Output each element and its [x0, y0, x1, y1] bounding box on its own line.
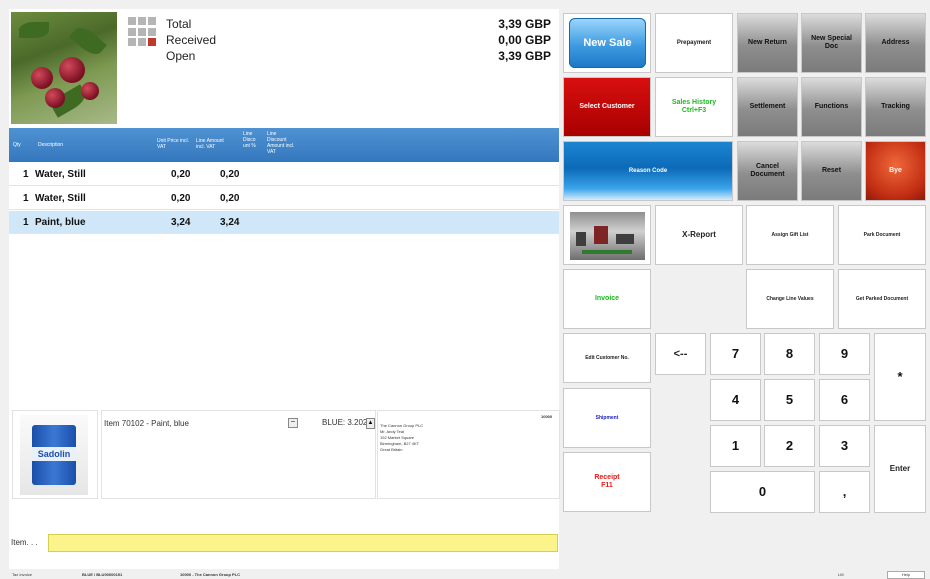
assign-gift-list-button[interactable]: Assign Gift List: [746, 205, 834, 265]
status-user: LM: [838, 572, 844, 577]
sales-history-button[interactable]: Sales History Ctrl+F3: [655, 77, 733, 137]
total-value: 3,39 GBP: [498, 17, 551, 31]
status-bar: Tax Invoice BLUE / BLU00000151 10000 - T…: [0, 571, 930, 579]
select-customer-button[interactable]: Select Customer: [563, 77, 651, 137]
key-0[interactable]: 0: [710, 471, 815, 513]
key-2[interactable]: 2: [764, 425, 815, 467]
table-row[interactable]: 1 Water, Still 0,20 0,20: [9, 163, 559, 186]
store-map-button[interactable]: [563, 205, 651, 265]
settlement-button[interactable]: Settlement: [737, 77, 798, 137]
input-label: Item. . .: [11, 538, 38, 547]
item-info-text: Item 70102 - Paint, blue: [104, 419, 189, 428]
edit-customer-no-button[interactable]: Edit Customer No.: [563, 333, 651, 383]
received-label: Received: [166, 33, 217, 47]
enter-button[interactable]: Enter: [874, 425, 926, 513]
header-line-discount-amount: Line Discount Amount incl. VAT: [267, 131, 295, 155]
product-photo: [11, 12, 117, 124]
key-4[interactable]: 4: [710, 379, 761, 421]
tracking-button[interactable]: Tracking: [865, 77, 926, 137]
reason-code-button[interactable]: Reason Code: [563, 141, 733, 201]
key-9[interactable]: 9: [819, 333, 870, 375]
reset-button[interactable]: Reset: [801, 141, 862, 201]
cancel-document-button[interactable]: Cancel Document: [737, 141, 798, 201]
key-6[interactable]: 6: [819, 379, 870, 421]
key-3[interactable]: 3: [819, 425, 870, 467]
open-label: Open: [166, 49, 196, 63]
header-line-discount: Line Disco unt %: [243, 131, 256, 149]
key-8[interactable]: 8: [764, 333, 815, 375]
customer-no: 10000: [541, 414, 553, 419]
receipt-button[interactable]: Receipt F11: [563, 452, 651, 512]
key-5[interactable]: 5: [764, 379, 815, 421]
new-sale-button[interactable]: New Sale: [563, 13, 651, 73]
paint-can-image: Sadolin: [20, 415, 88, 495]
change-line-values-button[interactable]: Change Line Values: [746, 269, 834, 329]
open-value: 3,39 GBP: [498, 49, 551, 63]
invoice-button[interactable]: Invoice: [563, 269, 651, 329]
header-line-amount: Line Amount incl. VAT: [196, 138, 224, 150]
get-parked-document-button[interactable]: Get Parked Document: [838, 269, 926, 329]
status-doc-type: Tax Invoice: [12, 572, 33, 577]
can-label: Sadolin: [32, 447, 76, 461]
shipment-button[interactable]: Shipment: [563, 388, 651, 448]
functions-button[interactable]: Functions: [801, 77, 862, 137]
grid-header: Qty Description Unit Price incl. VAT Lin…: [9, 128, 559, 162]
park-document-button[interactable]: Park Document: [838, 205, 926, 265]
header-qty: Qty: [13, 142, 21, 148]
new-special-doc-button[interactable]: New Special Doc: [801, 13, 862, 73]
key-7[interactable]: 7: [710, 333, 761, 375]
prepayment-button[interactable]: Prepayment: [655, 13, 733, 73]
minus-icon[interactable]: –: [288, 418, 298, 428]
table-row-selected[interactable]: 1 Paint, blue 3,24 3,24: [9, 211, 559, 234]
address-button[interactable]: Address: [865, 13, 926, 73]
x-report-button[interactable]: X-Report: [655, 205, 743, 265]
status-customer: 10000 - The Cannon Group PLC: [180, 572, 241, 577]
item-input[interactable]: [48, 534, 558, 552]
table-row[interactable]: 1 Water, Still 0,20 0,20: [9, 187, 559, 210]
variant-label: BLUE: 3.202: [322, 418, 368, 427]
key-comma[interactable]: ,: [819, 471, 870, 513]
store-map-image: [570, 212, 645, 260]
summary-icon: [128, 17, 158, 47]
total-label: Total: [166, 17, 192, 31]
bye-button[interactable]: Bye: [865, 141, 926, 201]
received-value: 0,00 GBP: [498, 33, 551, 47]
backspace-button[interactable]: <--: [655, 333, 706, 375]
new-return-button[interactable]: New Return: [737, 13, 798, 73]
header-unit-price: Unit Price incl. VAT: [157, 138, 189, 150]
key-multiply[interactable]: *: [874, 333, 926, 421]
status-doc-no: BLUE / BLU00000151: [82, 572, 123, 577]
customer-address: The Cannon Group PLC Mr. Andy Teal 192 M…: [380, 423, 424, 452]
stepper-up-icon[interactable]: ▲: [366, 418, 375, 429]
key-1[interactable]: 1: [710, 425, 761, 467]
header-description: Description: [38, 142, 64, 148]
